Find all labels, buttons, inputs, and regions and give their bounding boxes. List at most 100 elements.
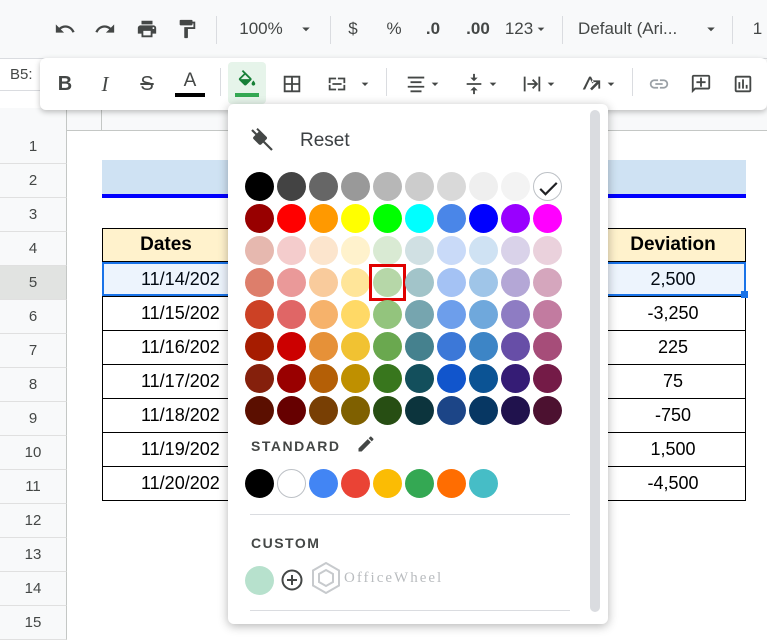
- row-header-7[interactable]: 7: [0, 334, 67, 368]
- color-swatch[interactable]: [437, 300, 466, 329]
- percent-format-button[interactable]: %: [381, 14, 407, 44]
- row-header-6[interactable]: 6: [0, 300, 67, 334]
- horizontal-align-button[interactable]: [400, 68, 448, 100]
- color-swatch[interactable]: [437, 396, 466, 425]
- custom-color-swatch[interactable]: [245, 566, 274, 595]
- color-swatch[interactable]: [277, 268, 306, 297]
- color-swatch[interactable]: [277, 300, 306, 329]
- color-swatch[interactable]: [277, 236, 306, 265]
- color-swatch[interactable]: [277, 172, 306, 201]
- color-swatch[interactable]: [501, 172, 530, 201]
- color-swatch[interactable]: [245, 396, 274, 425]
- color-swatch[interactable]: [533, 396, 562, 425]
- color-swatch[interactable]: [309, 300, 338, 329]
- decrease-decimal-button[interactable]: .0: [418, 14, 448, 44]
- row-header-10[interactable]: 10: [0, 436, 67, 470]
- color-swatch[interactable]: [309, 364, 338, 393]
- italic-button[interactable]: I: [92, 68, 118, 100]
- color-swatch[interactable]: [533, 300, 562, 329]
- color-swatch[interactable]: [245, 204, 274, 233]
- color-swatch[interactable]: [341, 332, 370, 361]
- color-swatch[interactable]: [405, 364, 434, 393]
- color-swatch[interactable]: [501, 204, 530, 233]
- date-cell[interactable]: 11/17/202: [102, 364, 230, 399]
- color-swatch[interactable]: [469, 396, 498, 425]
- row-header-12[interactable]: 12: [0, 504, 67, 538]
- color-swatch[interactable]: [373, 364, 402, 393]
- standard-color-swatch[interactable]: [245, 469, 274, 498]
- color-swatch[interactable]: [469, 172, 498, 201]
- color-swatch[interactable]: [437, 204, 466, 233]
- standard-color-swatch[interactable]: [341, 469, 370, 498]
- deviation-cell[interactable]: 75: [600, 364, 746, 399]
- color-swatch[interactable]: [277, 396, 306, 425]
- color-swatch[interactable]: [245, 300, 274, 329]
- color-swatch[interactable]: [277, 332, 306, 361]
- color-swatch[interactable]: [501, 364, 530, 393]
- color-swatch[interactable]: [373, 332, 402, 361]
- color-swatch[interactable]: [469, 364, 498, 393]
- increase-decimal-button[interactable]: .00: [460, 14, 496, 44]
- color-swatch[interactable]: [469, 268, 498, 297]
- reset-button-icon-wrap[interactable]: [250, 128, 274, 152]
- date-cell[interactable]: 11/18/202: [102, 398, 230, 433]
- color-swatch[interactable]: [309, 204, 338, 233]
- color-swatch[interactable]: [373, 172, 402, 201]
- color-swatch[interactable]: [405, 204, 434, 233]
- color-swatch[interactable]: [437, 236, 466, 265]
- color-swatch[interactable]: [341, 172, 370, 201]
- color-swatch[interactable]: [341, 268, 370, 297]
- color-swatch[interactable]: [341, 364, 370, 393]
- insert-chart-button[interactable]: [728, 68, 758, 100]
- row-header-11[interactable]: 11: [0, 470, 67, 504]
- redo-button[interactable]: [90, 14, 120, 44]
- standard-color-swatch[interactable]: [437, 469, 466, 498]
- zoom-select[interactable]: 100%: [232, 14, 322, 44]
- currency-format-button[interactable]: $: [340, 14, 366, 44]
- palette-scrollbar[interactable]: [590, 110, 600, 612]
- date-cell[interactable]: 11/16/202: [102, 330, 230, 365]
- date-cell[interactable]: 11/20/202: [102, 466, 230, 501]
- color-swatch[interactable]: [501, 236, 530, 265]
- color-swatch[interactable]: [501, 300, 530, 329]
- color-swatch[interactable]: [501, 396, 530, 425]
- color-swatch[interactable]: [245, 268, 274, 297]
- color-swatch[interactable]: [533, 332, 562, 361]
- color-swatch[interactable]: [309, 172, 338, 201]
- color-swatch[interactable]: [469, 332, 498, 361]
- color-swatch[interactable]: [405, 236, 434, 265]
- color-swatch[interactable]: [533, 268, 562, 297]
- color-swatch[interactable]: [373, 204, 402, 233]
- edit-standard-button[interactable]: [356, 434, 376, 454]
- color-swatch[interactable]: [245, 236, 274, 265]
- color-swatch[interactable]: [341, 300, 370, 329]
- standard-color-swatch[interactable]: [469, 469, 498, 498]
- row-header-1[interactable]: 1: [0, 130, 67, 164]
- insert-comment-button[interactable]: [686, 68, 716, 100]
- row-header-8[interactable]: 8: [0, 368, 67, 402]
- color-swatch[interactable]: [309, 236, 338, 265]
- color-swatch[interactable]: [437, 332, 466, 361]
- header-dates[interactable]: Dates: [102, 228, 230, 262]
- color-swatch[interactable]: [405, 332, 434, 361]
- insert-link-button[interactable]: [644, 68, 674, 100]
- color-swatch[interactable]: [277, 204, 306, 233]
- standard-color-swatch[interactable]: [277, 469, 306, 498]
- color-swatch[interactable]: [245, 172, 274, 201]
- row-header-9[interactable]: 9: [0, 402, 67, 436]
- color-swatch[interactable]: [245, 332, 274, 361]
- font-select[interactable]: Default (Ari...: [578, 14, 720, 44]
- standard-color-swatch[interactable]: [405, 469, 434, 498]
- color-swatch[interactable]: [405, 300, 434, 329]
- merge-cells-button[interactable]: [320, 68, 378, 100]
- color-swatch[interactable]: [341, 236, 370, 265]
- color-swatch[interactable]: [501, 268, 530, 297]
- row-header-15[interactable]: 15: [0, 606, 67, 640]
- reset-button[interactable]: Reset: [300, 130, 350, 152]
- color-swatch[interactable]: [533, 364, 562, 393]
- deviation-cell[interactable]: 1,500: [600, 432, 746, 467]
- color-swatch[interactable]: [469, 236, 498, 265]
- color-swatch[interactable]: [405, 268, 434, 297]
- color-swatch[interactable]: [277, 364, 306, 393]
- row-header-14[interactable]: 14: [0, 572, 67, 606]
